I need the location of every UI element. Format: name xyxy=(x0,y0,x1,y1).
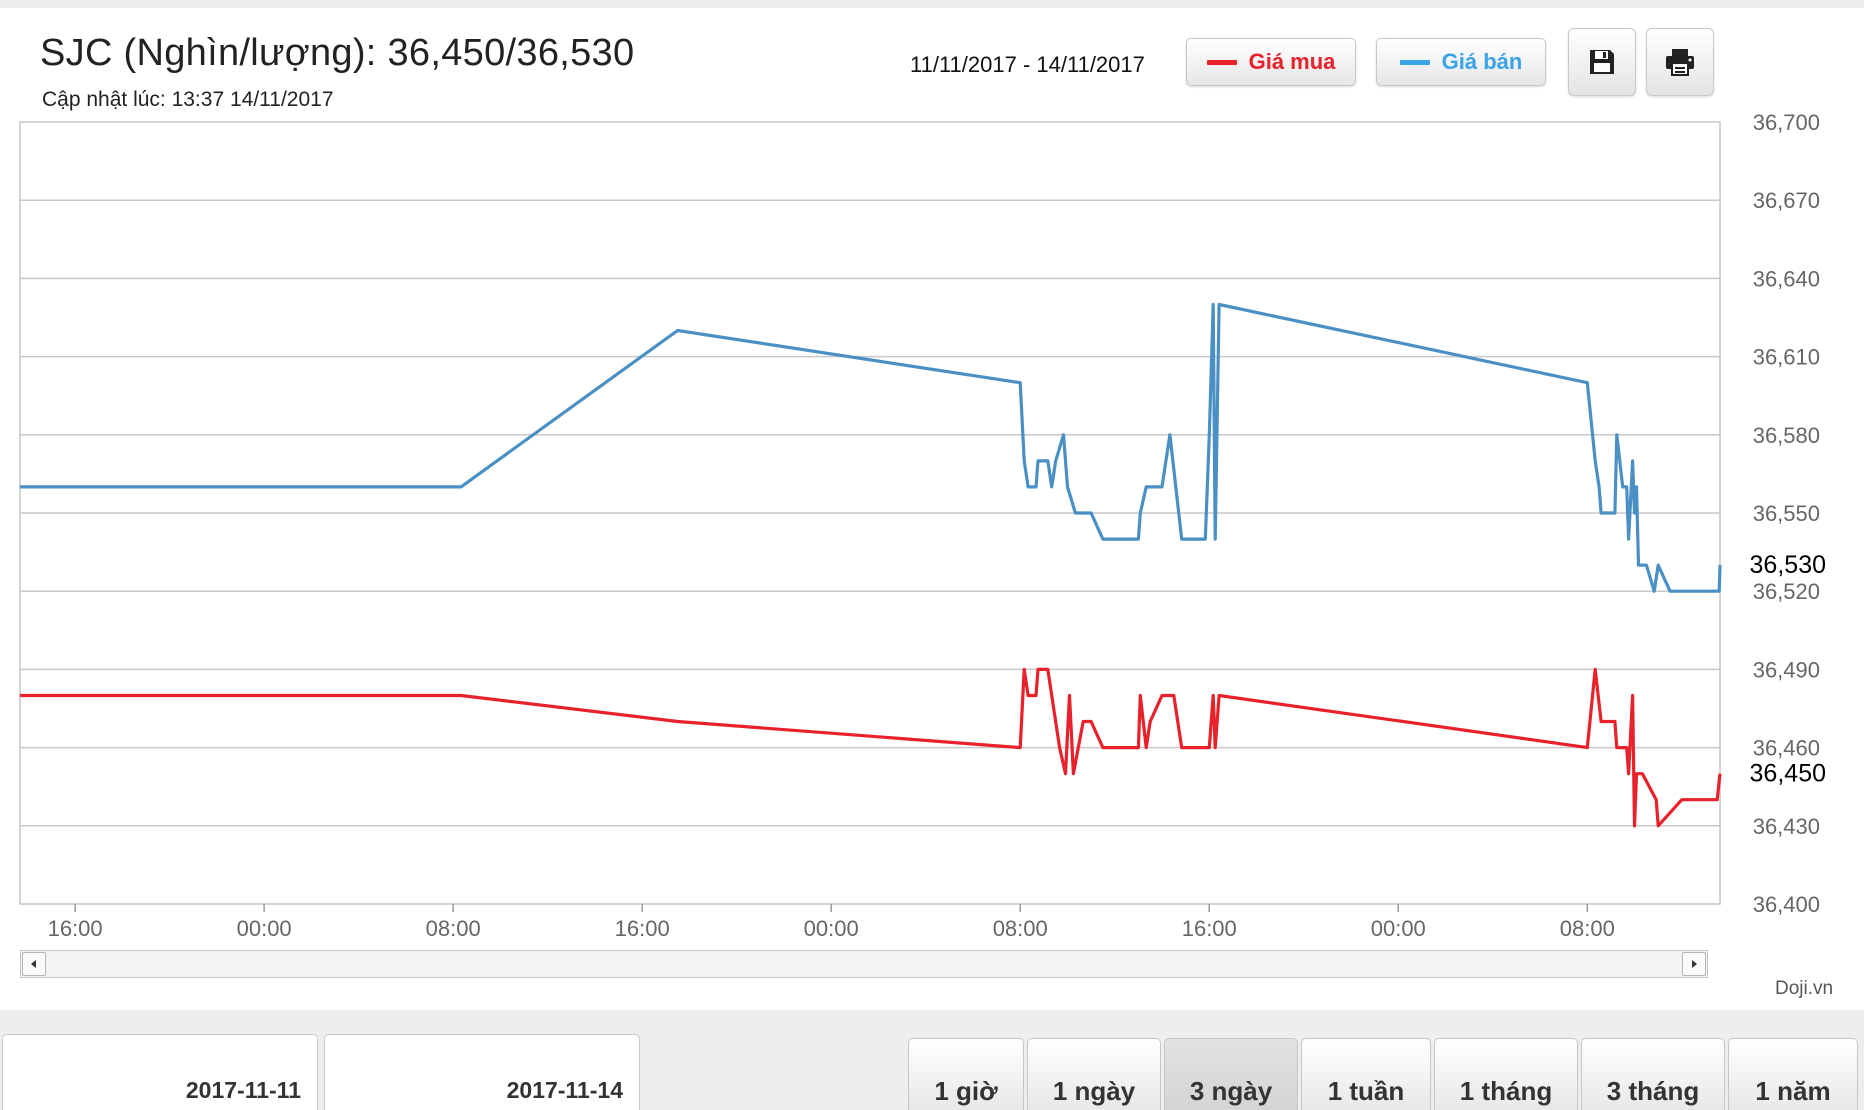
y-tick-label: 36,400 xyxy=(1753,892,1820,917)
scroll-left-button[interactable] xyxy=(22,952,46,976)
scroll-right-button[interactable] xyxy=(1682,952,1706,976)
x-tick-label: 16:00 xyxy=(615,916,670,941)
y-tick-label: 36,640 xyxy=(1753,266,1820,291)
range-button-1-ngày[interactable]: 1 ngày xyxy=(1027,1038,1161,1110)
source-credit: Doji.vn xyxy=(1775,978,1834,999)
y-tick-label: 36,700 xyxy=(1753,110,1820,135)
y-tick-label: 36,610 xyxy=(1753,345,1820,370)
range-button-1-tuần[interactable]: 1 tuần xyxy=(1301,1038,1431,1110)
caret-right-icon xyxy=(1692,960,1697,968)
x-tick-label: 16:00 xyxy=(1182,916,1237,941)
x-tick-label: 00:00 xyxy=(237,916,292,941)
range-button-1-tháng[interactable]: 1 tháng xyxy=(1434,1038,1578,1110)
chart-scrollbar[interactable] xyxy=(20,950,1708,978)
date-from-input[interactable]: 2017-11-11 xyxy=(2,1034,318,1110)
x-tick-label: 00:00 xyxy=(804,916,859,941)
range-button-1-năm[interactable]: 1 năm xyxy=(1728,1038,1858,1110)
date-to-input[interactable]: 2017-11-14 xyxy=(324,1034,640,1110)
range-button-3-ngày[interactable]: 3 ngày xyxy=(1164,1038,1298,1110)
y-tick-label: 36,490 xyxy=(1753,657,1820,682)
y-tick-label: 36,670 xyxy=(1753,188,1820,213)
caret-left-icon xyxy=(31,960,36,968)
y-tick-label: 36,550 xyxy=(1753,501,1820,526)
x-tick-label: 00:00 xyxy=(1371,916,1426,941)
x-tick-label: 08:00 xyxy=(1560,916,1615,941)
x-tick-label: 08:00 xyxy=(993,916,1048,941)
price-chart: 36,400 36,430 36,460 36,490 36,520 36,550 36,5… xyxy=(19,110,1826,941)
y-tick-label: 36,580 xyxy=(1753,423,1820,448)
last-value-label: 36,530 xyxy=(1750,551,1826,579)
y-tick-label: 36,430 xyxy=(1753,814,1820,839)
y-tick-label: 36,460 xyxy=(1753,736,1820,761)
y-tick-label: 36,520 xyxy=(1753,579,1820,604)
range-button-3-tháng[interactable]: 3 tháng xyxy=(1581,1038,1725,1110)
range-button-1-giờ[interactable]: 1 giờ xyxy=(908,1038,1024,1110)
last-value-label: 36,450 xyxy=(1750,760,1826,788)
x-tick-label: 16:00 xyxy=(48,916,103,941)
x-tick-label: 08:00 xyxy=(426,916,481,941)
